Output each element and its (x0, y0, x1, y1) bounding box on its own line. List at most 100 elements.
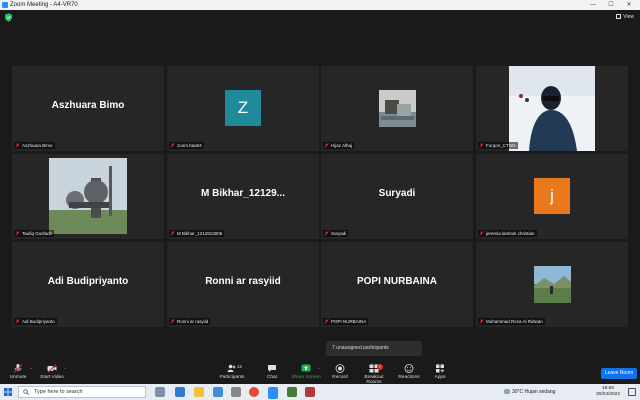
muted-mic-icon (170, 319, 175, 325)
participants-label: Participants (219, 375, 245, 380)
share-screen-label: Share Screen (291, 375, 321, 380)
participant-name: Hijaz Alhaj (331, 143, 353, 148)
participant-label: Adi Budipriyanto (14, 318, 57, 325)
muted-mic-icon (170, 231, 175, 237)
record-label: Record (332, 375, 348, 380)
search-icon (23, 389, 29, 395)
profile-photo (379, 90, 416, 127)
participant-tile[interactable]: Z zoom baa04 (167, 66, 319, 151)
breakout-rooms-button[interactable]: Breakout Rooms 7 (358, 364, 390, 385)
participant-tile[interactable]: POPI NURBAINA POPI NURBAINA (321, 242, 473, 327)
participant-tile[interactable]: Adi Budipriyanto Adi Budipriyanto (12, 242, 164, 327)
muted-mic-icon (324, 143, 329, 149)
participant-tile[interactable]: Suryadi Suryadi (321, 154, 473, 239)
muted-mic-icon (13, 364, 23, 373)
app-icon[interactable] (287, 387, 297, 397)
participant-label: Taufiq Gusfadli (14, 230, 54, 237)
chevron-up-icon[interactable]: ^ (30, 366, 32, 371)
avatar: j (534, 178, 570, 214)
participant-name: M Bikhar_1212913006 (177, 231, 223, 236)
weather-widget[interactable]: 30°C Hujan sedang (504, 384, 555, 400)
start-video-button[interactable]: Start Video ^ (36, 364, 68, 380)
participant-name: Furqon_CTW3 (486, 143, 516, 148)
smiley-icon (404, 364, 414, 373)
reactions-label: Reactions (398, 375, 420, 380)
view-label: View (623, 14, 634, 20)
participant-name: POPI NURBAINA (331, 319, 367, 324)
breakout-badge: 7 (377, 364, 383, 370)
window-title: Zoom Meeting - A4-VR70 (10, 2, 78, 8)
reactions-button[interactable]: Reactions (393, 364, 425, 380)
task-view-icon[interactable] (155, 387, 165, 397)
participant-display-name: Aszhuara Bimo (51, 100, 125, 111)
windows-start-icon[interactable] (4, 388, 12, 396)
muted-mic-icon (324, 231, 329, 237)
participant-name: Adi Budipriyanto (22, 319, 55, 324)
grid-icon (616, 14, 622, 20)
participant-tile[interactable]: Hijaz Alhaj (321, 66, 473, 151)
share-screen-icon (301, 364, 311, 372)
participant-name: jeremia lambok christian (486, 231, 535, 236)
participant-label: zoom baa04 (169, 142, 204, 149)
maximize-button[interactable]: ☐ (604, 0, 618, 10)
participant-tile[interactable]: Aszhuara Bimo Aszhuara Bimo (12, 66, 164, 151)
unassigned-participants-popup[interactable]: 7 unassigned participants (326, 341, 422, 356)
participants-icon (227, 364, 236, 372)
participant-tile[interactable]: Furqon_CTW3 (476, 66, 628, 151)
apps-icon (436, 364, 444, 373)
leave-room-button[interactable]: Leave Room (601, 368, 637, 379)
participant-tile[interactable]: M Bikhar_12129... M Bikhar_1212913006 (167, 154, 319, 239)
muted-mic-icon (479, 319, 484, 325)
chevron-up-icon[interactable]: ^ (64, 366, 66, 371)
muted-mic-icon (15, 319, 20, 325)
meeting-toolbar: Unmute ^ Start Video ^ Participants 12 C… (0, 362, 640, 385)
participants-count: 12 (237, 364, 243, 369)
muted-mic-icon (15, 143, 20, 149)
participant-label: Aszhuara Bimo (14, 142, 55, 149)
profile-photo (534, 266, 571, 303)
edge-icon[interactable] (175, 387, 185, 397)
chat-button[interactable]: Chat (256, 364, 288, 380)
notification-icon[interactable] (628, 388, 636, 396)
participant-display-name: Ronni ar rasyiid (205, 276, 281, 287)
participant-tile[interactable]: Muhammad Reza Al Ridwan (476, 242, 628, 327)
participant-label: Suryadi (323, 230, 349, 237)
store-icon[interactable] (231, 387, 241, 397)
weather-text: 30°C Hujan sedang (512, 389, 556, 395)
chevron-up-icon[interactable]: ^ (318, 366, 320, 371)
unmute-button[interactable]: Unmute ^ (2, 364, 34, 380)
participants-button[interactable]: Participants 12 (216, 364, 248, 380)
file-explorer-icon[interactable] (194, 387, 204, 397)
close-button[interactable]: ✕ (622, 0, 636, 10)
share-screen-button[interactable]: Share Screen ^ (290, 364, 322, 380)
participant-tile[interactable]: Taufiq Gusfadli (12, 154, 164, 239)
participant-label: Muhammad Reza Al Ridwan (478, 318, 545, 325)
participant-label: jeremia lambok christian (478, 230, 537, 237)
minimize-button[interactable]: — (586, 0, 600, 10)
windows-taskbar: Type here to search 30°C Hujan sedang 18… (0, 384, 640, 400)
taskbar-search-input[interactable]: Type here to search (18, 386, 146, 398)
clock-date: 30/03/2022 (595, 392, 620, 397)
record-button[interactable]: Record (324, 364, 356, 380)
taskbar-clock[interactable]: 18:50 30/03/2022 (596, 386, 620, 398)
app-icon[interactable] (305, 387, 315, 397)
apps-button[interactable]: Apps (424, 364, 456, 380)
participant-display-name: Suryadi (378, 188, 416, 199)
video-off-icon (47, 364, 57, 373)
participant-label: Ronni ar rasyiid (169, 318, 211, 325)
participant-name: Suryadi (331, 231, 347, 236)
cloud-icon (504, 389, 510, 395)
apps-label: Apps (434, 375, 446, 380)
participant-tile[interactable]: j jeremia lambok christian (476, 154, 628, 239)
record-icon (335, 364, 345, 373)
view-button[interactable]: View (616, 14, 634, 20)
chrome-icon[interactable] (249, 387, 259, 397)
muted-mic-icon (479, 231, 484, 237)
participant-name: zoom baa04 (177, 143, 202, 148)
shield-icon[interactable] (5, 13, 12, 22)
muted-mic-icon (170, 143, 175, 149)
participant-tile[interactable]: Ronni ar rasyiid Ronni ar rasyiid (167, 242, 319, 327)
mail-icon[interactable] (213, 387, 223, 397)
participant-display-name: Adi Budipriyanto (47, 276, 129, 287)
zoom-taskbar-icon[interactable] (268, 387, 278, 399)
